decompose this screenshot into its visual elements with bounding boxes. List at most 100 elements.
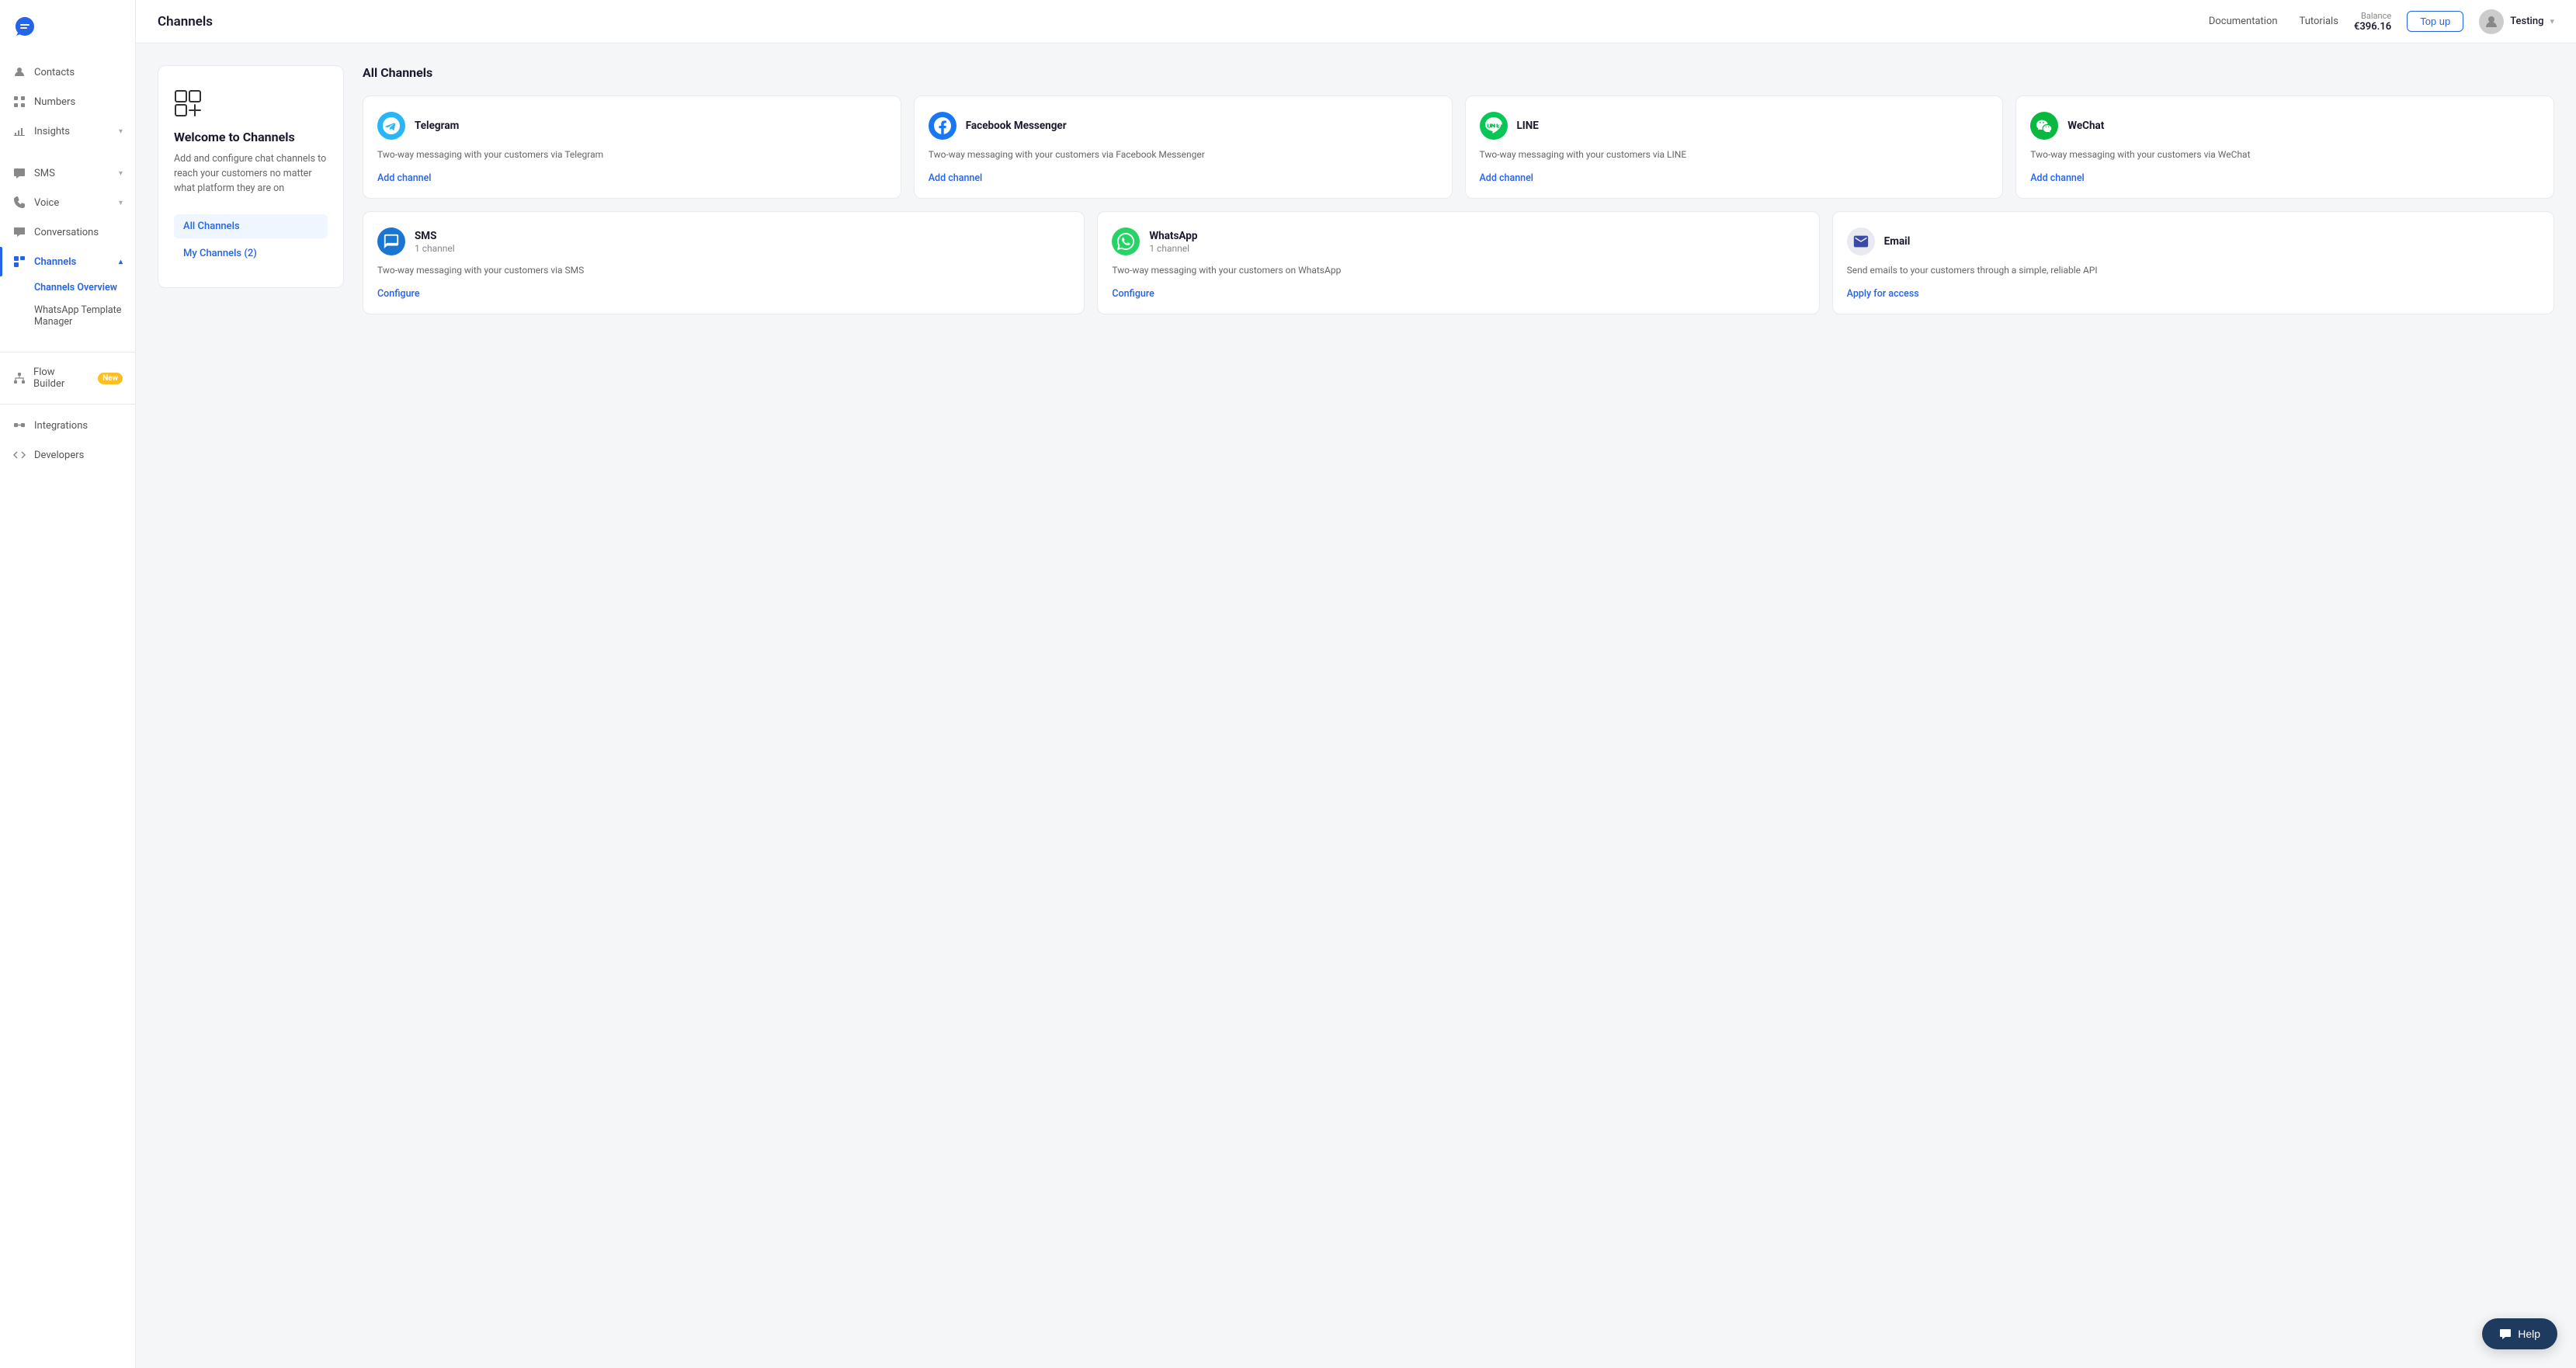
channel-card-header-whatsapp: WhatsApp 1 channel (1112, 227, 1804, 255)
active-indicator (0, 247, 2, 276)
sms-channel-count: 1 channel (415, 243, 455, 254)
channels-grid-row1: Telegram Two-way messaging with your cus… (363, 95, 2554, 199)
documentation-link[interactable]: Documentation (2209, 16, 2278, 27)
sidebar-item-conversations[interactable]: Conversations (0, 217, 135, 247)
chart-icon (12, 124, 26, 138)
sidebar-item-numbers[interactable]: Numbers (0, 87, 135, 116)
sidebar-sms-label: SMS (34, 168, 55, 179)
telegram-action[interactable]: Add channel (377, 172, 887, 184)
channels-panel: All Channels Telegram Two-way messaging … (363, 65, 2554, 1346)
channel-card-whatsapp[interactable]: WhatsApp 1 channel Two-way messaging wit… (1097, 211, 1819, 314)
help-label: Help (2518, 1328, 2540, 1340)
header-nav: Documentation Tutorials (2209, 16, 2338, 27)
integrations-icon (12, 418, 26, 432)
sidebar-developers-label: Developers (34, 450, 84, 461)
welcome-desc: Add and configure chat channels to reach… (174, 152, 328, 196)
flow-builder-icon (12, 371, 26, 385)
channel-card-sms[interactable]: SMS 1 channel Two-way messaging with you… (363, 211, 1085, 314)
facebook-desc: Two-way messaging with your customers vi… (929, 148, 1438, 161)
sidebar: Contacts Numbers Insights ▾ SMS ▾ (0, 0, 136, 1368)
wechat-action[interactable]: Add channel (2030, 172, 2540, 184)
channels-submenu: Channels Overview WhatsApp Template Mana… (0, 276, 135, 333)
voice-chevron-icon: ▾ (119, 199, 123, 207)
sidebar-insights-label: Insights (34, 126, 70, 137)
welcome-title: Welcome to Channels (174, 130, 328, 144)
facebook-logo (929, 112, 956, 140)
channel-card-line[interactable]: LINE Two-way messaging with your custome… (1465, 95, 2004, 199)
sidebar-item-flow-builder[interactable]: Flow Builder New (0, 359, 135, 398)
sidebar-channels-label: Channels (34, 256, 76, 268)
balance-section: Balance €396.16 (2354, 11, 2391, 33)
sidebar-item-voice[interactable]: Voice ▾ (0, 188, 135, 217)
sidebar-nav: Contacts Numbers Insights ▾ SMS ▾ (0, 57, 135, 1352)
avatar (2479, 9, 2504, 34)
panel-nav-my-channels[interactable]: My Channels (2) (174, 241, 328, 266)
sidebar-flow-builder-label: Flow Builder (33, 366, 85, 390)
channel-card-header-telegram: Telegram (377, 112, 887, 140)
sidebar-conversations-label: Conversations (34, 227, 99, 238)
user-info[interactable]: Testing ▾ (2479, 9, 2554, 34)
welcome-icon-container (174, 88, 205, 119)
user-name: Testing (2510, 16, 2543, 27)
sidebar-item-contacts[interactable]: Contacts (0, 57, 135, 87)
main-content: Channels Documentation Tutorials Balance… (136, 0, 2576, 1368)
sidebar-voice-label: Voice (34, 197, 59, 209)
channel-card-header-wechat: WeChat (2030, 112, 2540, 140)
line-desc: Two-way messaging with your customers vi… (1480, 148, 1989, 161)
facebook-action[interactable]: Add channel (929, 172, 1438, 184)
sidebar-integrations-label: Integrations (34, 420, 88, 432)
channels-grid-row2: SMS 1 channel Two-way messaging with you… (363, 211, 2554, 314)
telegram-desc: Two-way messaging with your customers vi… (377, 148, 887, 161)
telegram-logo (377, 112, 405, 140)
channel-card-wechat[interactable]: WeChat Two-way messaging with your custo… (2015, 95, 2554, 199)
user-chevron-icon: ▾ (2550, 16, 2554, 26)
sms-channel-action[interactable]: Configure (377, 288, 1070, 300)
whatsapp-logo (1112, 227, 1140, 255)
channels-title: All Channels (363, 65, 2554, 80)
sidebar-item-integrations[interactable]: Integrations (0, 411, 135, 440)
channel-card-facebook[interactable]: Facebook Messenger Two-way messaging wit… (914, 95, 1453, 199)
header: Channels Documentation Tutorials Balance… (136, 0, 2576, 43)
channel-card-header-facebook: Facebook Messenger (929, 112, 1438, 140)
channel-card-email[interactable]: Email Send emails to your customers thro… (1832, 211, 2554, 314)
sidebar-item-developers[interactable]: Developers (0, 440, 135, 470)
channel-card-header-email: Email (1847, 227, 2540, 255)
whatsapp-channel-name: WhatsApp (1149, 230, 1197, 242)
email-channel-action[interactable]: Apply for access (1847, 288, 2540, 300)
sidebar-item-insights[interactable]: Insights ▾ (0, 116, 135, 146)
channel-card-header-sms: SMS 1 channel (377, 227, 1070, 255)
sidebar-item-sms[interactable]: SMS ▾ (0, 158, 135, 188)
email-channel-name: Email (1884, 235, 1911, 248)
channel-card-telegram[interactable]: Telegram Two-way messaging with your cus… (363, 95, 901, 199)
panel-nav-all-channels[interactable]: All Channels (174, 214, 328, 238)
sidebar-sub-whatsapp-template[interactable]: WhatsApp Template Manager (34, 299, 135, 333)
brand-logo (12, 14, 37, 39)
facebook-name: Facebook Messenger (966, 120, 1067, 132)
channels-icon (12, 255, 26, 269)
whatsapp-channel-desc: Two-way messaging with your customers on… (1112, 263, 1804, 277)
line-action[interactable]: Add channel (1480, 172, 1989, 184)
tutorials-link[interactable]: Tutorials (2300, 16, 2338, 27)
sidebar-numbers-label: Numbers (34, 96, 75, 108)
sidebar-sub-channels-overview[interactable]: Channels Overview (34, 276, 135, 299)
person-icon (12, 65, 26, 79)
wechat-name: WeChat (2067, 120, 2104, 132)
channels-chevron-icon: ▴ (119, 258, 123, 266)
line-name: LINE (1517, 120, 1539, 132)
help-button[interactable]: Help (2482, 1318, 2557, 1349)
page-body: Welcome to Channels Add and configure ch… (136, 43, 2576, 1368)
top-up-button[interactable]: Top up (2407, 11, 2463, 32)
whatsapp-channel-action[interactable]: Configure (1112, 288, 1804, 300)
new-badge: New (98, 373, 123, 384)
left-panel: Welcome to Channels Add and configure ch… (158, 65, 344, 288)
developers-icon (12, 448, 26, 462)
email-channel-desc: Send emails to your customers through a … (1847, 263, 2540, 277)
grid-plus-icon (174, 89, 202, 117)
whatsapp-channel-count: 1 channel (1149, 243, 1197, 254)
sms-channel-desc: Two-way messaging with your customers vi… (377, 263, 1070, 277)
balance-label: Balance (2361, 11, 2391, 21)
chat-icon (2499, 1328, 2512, 1340)
sidebar-item-channels[interactable]: Channels ▴ (0, 247, 135, 276)
sms-icon (12, 166, 26, 180)
line-logo (1480, 112, 1508, 140)
